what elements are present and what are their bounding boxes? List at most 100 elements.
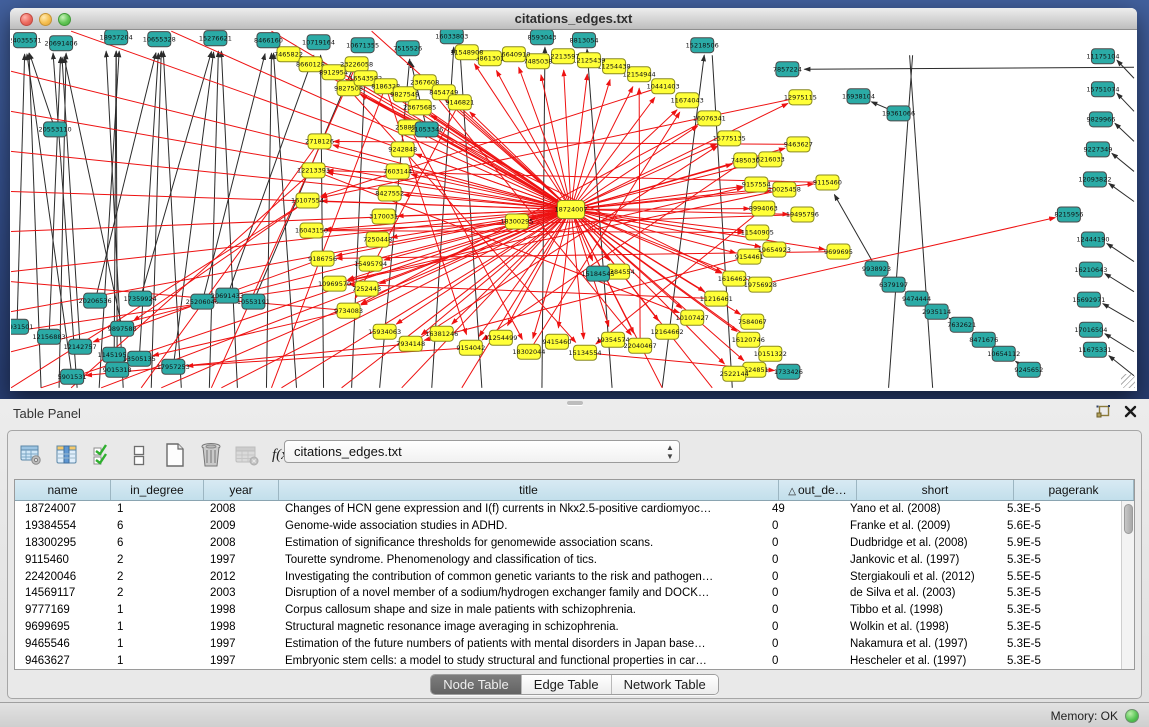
graph-node[interactable]: 11675331 (1078, 342, 1111, 357)
tab-edge-table[interactable]: Edge Table (522, 675, 612, 694)
graph-node[interactable]: 7934148 (396, 336, 425, 351)
tab-node-table[interactable]: Node Table (431, 675, 522, 694)
graph-node[interactable]: 9227349 (1083, 142, 1112, 157)
graph-node[interactable]: 15934063 (368, 324, 401, 339)
graph-node[interactable]: 19361066 (882, 106, 915, 121)
graph-node[interactable]: 15775135 (713, 131, 746, 146)
graph-node[interactable]: 15134554 (568, 345, 601, 360)
graph-node[interactable]: 11548908 (450, 45, 483, 60)
graph-node[interactable]: 16120746 (732, 332, 765, 347)
graph-node[interactable]: 16076341 (693, 111, 726, 126)
graph-node[interactable]: 18724007 (554, 200, 587, 218)
graph-node[interactable]: 8215956 (1054, 207, 1083, 222)
column-header-name[interactable]: name (15, 480, 111, 500)
graph-node[interactable]: 11254499 (484, 330, 517, 345)
column-header-title[interactable]: title (279, 480, 779, 500)
column-header-in_degree[interactable]: in_degree (111, 480, 204, 500)
table-row[interactable]: 977716911998Corpus callosum shape and si… (15, 602, 1121, 619)
merge-rows-button[interactable] (124, 441, 154, 469)
graph-node[interactable]: 10107427 (676, 310, 709, 325)
table-row[interactable]: 911546021997Tourette syndrome. Phenomeno… (15, 552, 1121, 569)
graph-node[interactable]: 10719164 (302, 35, 335, 50)
graph-node[interactable]: 9015318 (103, 362, 132, 377)
graph-node[interactable]: 11540905 (741, 225, 774, 240)
graph-node[interactable]: 15692971 (1072, 292, 1105, 307)
new-table-button[interactable] (160, 441, 190, 469)
close-panel-icon[interactable] (1124, 405, 1137, 423)
graph-node[interactable]: 16033803 (435, 30, 468, 44)
graph-node[interactable]: 20691406 (45, 36, 78, 51)
graph-node[interactable]: 17957253 (157, 359, 190, 374)
graph-node[interactable]: 7603144 (383, 164, 412, 179)
table-row[interactable]: 1938455462009Genome-wide association stu… (15, 518, 1121, 535)
graph-node[interactable]: 3170031 (369, 209, 398, 224)
graph-node[interactable]: 9734083 (334, 303, 363, 318)
column-header-pagerank[interactable]: pagerank (1014, 480, 1134, 500)
graph-node[interactable]: 2718126 (305, 134, 334, 149)
graph-node[interactable]: 7584067 (738, 314, 767, 329)
select-column-button[interactable] (52, 441, 82, 469)
graph-node[interactable]: 15218506 (686, 38, 719, 53)
graph-node[interactable]: 15495794 (354, 256, 387, 271)
graph-node[interactable]: 9115460 (813, 175, 842, 190)
graph-node[interactable]: 8466160 (254, 33, 283, 48)
table-row[interactable]: 1456911722003Disruption of a novel membe… (15, 585, 1121, 602)
graph-node[interactable]: 12213393 (297, 163, 330, 178)
graph-node[interactable]: 10025458 (768, 182, 801, 197)
column-header-year[interactable]: year (204, 480, 279, 500)
graph-node[interactable]: 16381246 (425, 326, 458, 341)
graph-node[interactable]: 19756928 (744, 277, 777, 292)
graph-node[interactable]: 8994063 (749, 201, 778, 216)
graph-node[interactable]: 11175104 (1086, 49, 1119, 64)
table-selector-dropdown[interactable]: citations_edges.txt ▲▼ (284, 440, 680, 463)
graph-node[interactable]: 18302044 (512, 344, 545, 359)
table-scrollbar-thumb[interactable] (1124, 504, 1133, 534)
resize-grip[interactable] (1121, 374, 1135, 388)
select-rows-checks-button[interactable] (88, 441, 118, 469)
graph-node[interactable]: 24035571 (11, 33, 42, 48)
column-header-short[interactable]: short (857, 480, 1014, 500)
table-row[interactable]: 1872400712008Changes of HCN gene express… (15, 501, 1121, 518)
graph-node[interactable]: 9699695 (824, 244, 853, 259)
graph-node[interactable]: 13931501 (11, 319, 34, 334)
graph-node[interactable]: 9463627 (784, 137, 813, 152)
graph-node[interactable]: 9157554 (742, 177, 771, 192)
graph-node[interactable]: 1733426 (774, 364, 803, 379)
delete-column-button-disabled[interactable] (232, 441, 262, 469)
graph-node[interactable]: 7632621 (947, 317, 976, 332)
tab-network-table[interactable]: Network Table (612, 675, 718, 694)
graph-node[interactable]: 17359924 (124, 291, 157, 306)
table-row[interactable]: 2242004622012Investigating the contribut… (15, 569, 1121, 586)
graph-node[interactable]: 18937204 (100, 30, 133, 45)
graph-node[interactable]: 9146821 (445, 95, 474, 110)
graph-node[interactable]: 16938104 (842, 89, 875, 104)
graph-node[interactable]: 8593043 (527, 30, 556, 45)
graph-node[interactable]: 15751074 (1086, 82, 1119, 97)
graph-node[interactable]: 8471676 (969, 332, 998, 347)
graph-node[interactable]: 9474444 (902, 291, 931, 306)
graph-node[interactable]: 9154042 (456, 340, 485, 355)
graph-node[interactable]: 11674043 (671, 93, 704, 108)
graph-node[interactable]: 9186756 (308, 251, 337, 266)
graph-node[interactable]: 15184545 (581, 266, 614, 281)
table-row[interactable]: 946554611997Estimation of the future num… (15, 636, 1121, 653)
graph-node[interactable]: 7515526 (393, 41, 422, 56)
graph-node[interactable]: 18300295 (500, 214, 533, 229)
graph-node[interactable]: 6216033 (756, 152, 785, 167)
graph-node[interactable]: 19654923 (758, 242, 791, 257)
graph-node[interactable]: 6379197 (879, 277, 908, 292)
graph-node[interactable]: 10151322 (754, 346, 787, 361)
graph-node[interactable]: 10671355 (346, 38, 379, 53)
graph-node[interactable]: 10655328 (143, 32, 176, 47)
graph-node[interactable]: 8427552 (375, 186, 404, 201)
graph-node[interactable]: 2522144 (720, 366, 749, 381)
graph-node[interactable]: 2935114 (922, 304, 951, 319)
graph-node[interactable]: 12444190 (1076, 232, 1109, 247)
table-scrollbar[interactable] (1121, 501, 1134, 669)
graph-node[interactable]: 12093822 (1078, 172, 1111, 187)
graph-node[interactable]: 12156883 (33, 329, 66, 344)
graph-node[interactable]: 8813054 (570, 33, 599, 48)
network-graph[interactable]: 1872400774658228660128891295423226058982… (11, 30, 1136, 389)
graph-node[interactable]: 9829966 (1086, 112, 1115, 127)
graph-node[interactable]: 9245652 (1014, 362, 1043, 377)
